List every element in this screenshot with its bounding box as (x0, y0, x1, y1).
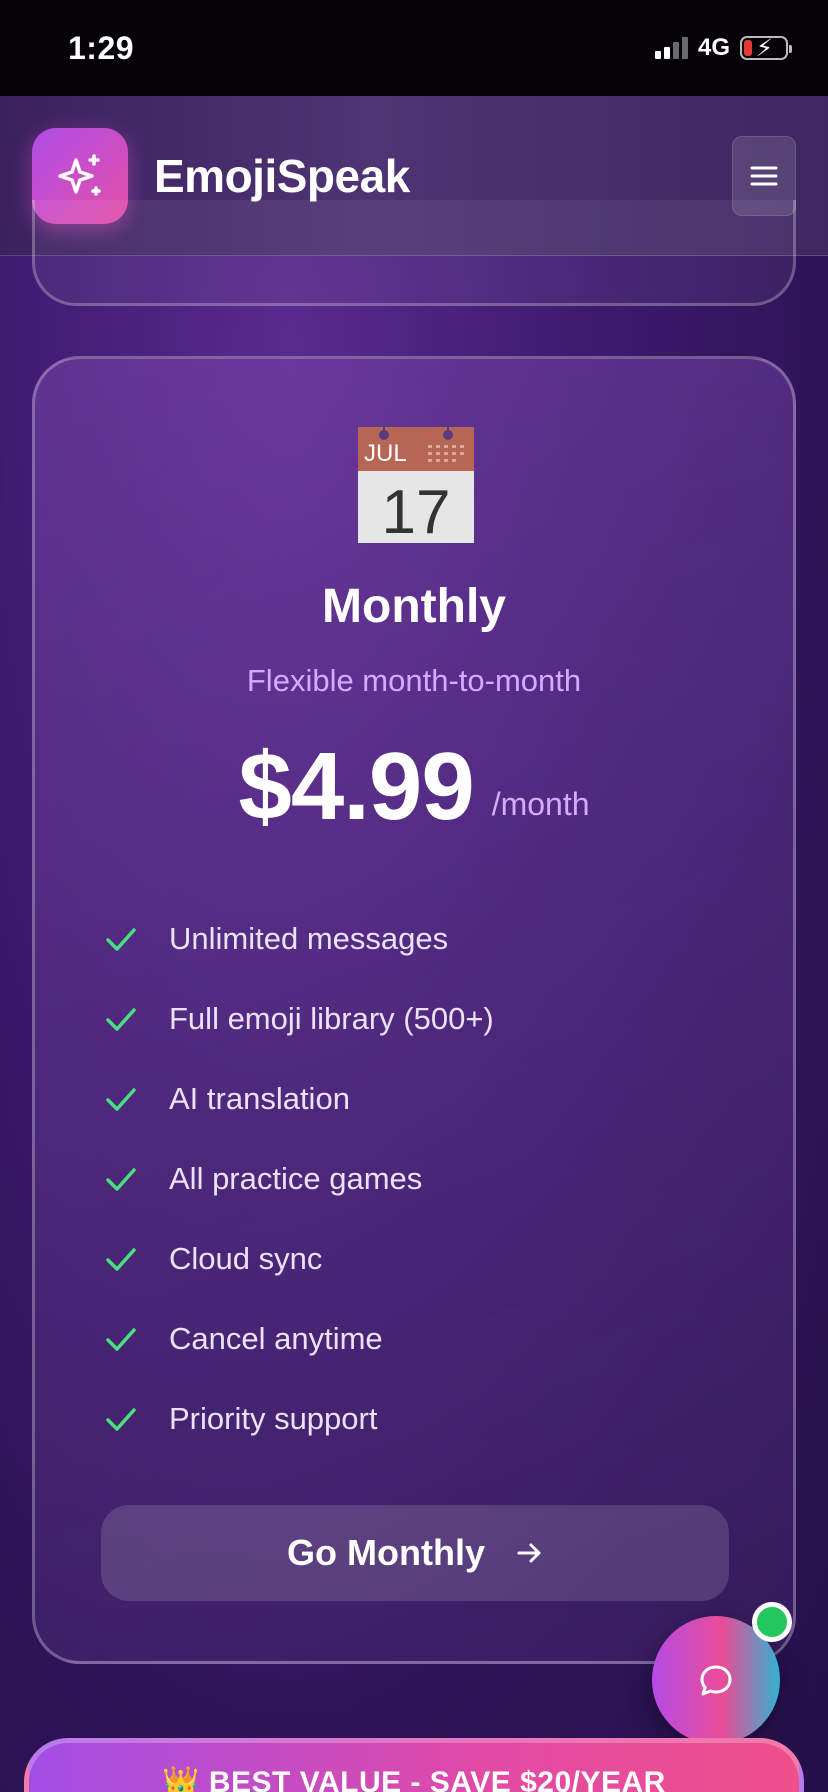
feature-list: Unlimited messages Full emoji library (5… (103, 899, 743, 1459)
brand-name: EmojiSpeak (154, 149, 410, 202)
status-bar: 1:29 4G ⚡ (0, 0, 828, 96)
feature-item: Cancel anytime (103, 1299, 743, 1379)
feature-label: Unlimited messages (169, 921, 449, 956)
status-time: 1:29 (68, 29, 135, 66)
hamburger-icon (750, 166, 778, 185)
monthly-plan-card: JUL 17 Monthly Flexible month-to-month $… (32, 356, 796, 1664)
feature-item: AI translation (103, 1059, 743, 1139)
battery-icon: ⚡ (740, 35, 792, 62)
feature-label: Cloud sync (169, 1241, 323, 1276)
best-value-banner: 👑 BEST VALUE - SAVE $20/YEAR (24, 1738, 804, 1792)
cta-label: Go Monthly (287, 1532, 485, 1573)
checkmark-icon (106, 1168, 136, 1191)
feature-item: Cloud sync (103, 1219, 743, 1299)
plan-title: Monthly (322, 580, 506, 633)
status-indicators: 4G ⚡ (654, 34, 792, 62)
feature-label: Priority support (169, 1401, 378, 1436)
best-value-label: 👑 BEST VALUE - SAVE $20/YEAR (162, 1766, 666, 1792)
checkmark-icon (106, 1088, 136, 1111)
feature-label: All practice games (169, 1161, 423, 1196)
feature-item: Unlimited messages (103, 899, 743, 979)
plan-price: $4.99 (238, 733, 474, 840)
calendar-month: JUL (364, 440, 407, 467)
price-period: /month (491, 786, 590, 822)
checkmark-icon (106, 928, 136, 951)
price-row: $4.99 /month (35, 739, 793, 835)
signal-icon (654, 37, 688, 59)
online-status-dot (752, 1602, 792, 1642)
feature-label: Cancel anytime (169, 1321, 383, 1356)
go-monthly-button[interactable]: Go Monthly (101, 1505, 729, 1601)
checkmark-icon (106, 1248, 136, 1271)
checkmark-icon (106, 1008, 136, 1031)
calendar-day: 17 (382, 478, 451, 545)
calendar-icon: JUL 17 (358, 425, 474, 545)
network-type: 4G (697, 34, 730, 61)
plan-subtitle: Flexible month-to-month (246, 663, 582, 698)
chat-bubble-icon (700, 1665, 732, 1696)
checkmark-icon (106, 1408, 136, 1431)
feature-item: All practice games (103, 1139, 743, 1219)
feature-item: Full emoji library (500+) (103, 979, 743, 1059)
feature-item: Priority support (103, 1379, 743, 1459)
feature-label: AI translation (169, 1081, 350, 1116)
sparkles-icon (58, 153, 101, 196)
checkmark-icon (106, 1328, 136, 1351)
feature-label: Full emoji library (500+) (169, 1001, 494, 1036)
previous-plan-card (32, 200, 796, 306)
arrow-right-icon (517, 1543, 541, 1563)
